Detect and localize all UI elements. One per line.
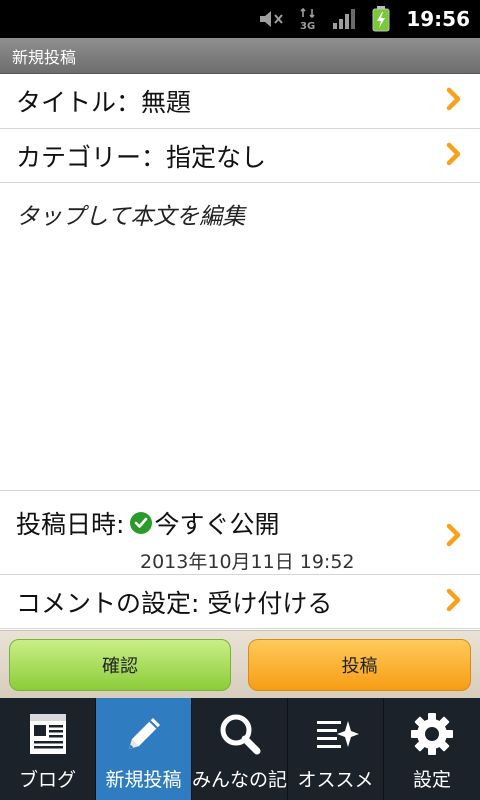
clock: 19:56: [406, 7, 470, 31]
nav-label: 新規投稿: [105, 769, 182, 791]
chevron-right-icon: [446, 523, 462, 551]
nav-label: 設定: [412, 769, 451, 791]
post-date-label-group: 投稿日時: 今すぐ公開: [16, 505, 279, 541]
post-date-value: 2013年10月11日 19:52: [140, 551, 355, 573]
nav-label: みんなの記事: [192, 769, 287, 791]
nav-label: オススメ: [297, 769, 374, 791]
sparkle-list-icon: [313, 708, 359, 760]
3g-icon: 3G: [298, 7, 318, 31]
category-row-label: カテゴリー：指定なし: [16, 142, 267, 172]
chevron-right-icon: [446, 142, 462, 170]
comment-setting-row[interactable]: コメントの設定: 受け付ける: [0, 575, 480, 629]
post-editor: タイトル：無題 カテゴリー：指定なし タップして本文を編集 投稿日時: 今すぐ公…: [0, 74, 480, 630]
nav-item-recommended[interactable]: オススメ: [288, 698, 384, 800]
mute-icon: [258, 8, 284, 30]
category-row[interactable]: カテゴリー：指定なし: [0, 129, 480, 183]
action-bar: 確認 投稿: [0, 630, 480, 698]
page-title-bar: 新規投稿: [0, 38, 480, 74]
title-row-label: タイトル：無題: [16, 88, 192, 117]
post-date-status: 今すぐ公開: [154, 510, 280, 539]
confirm-button[interactable]: 確認: [9, 639, 231, 691]
svg-text:3G: 3G: [300, 21, 315, 31]
chevron-right-icon: [446, 87, 462, 115]
chevron-right-icon: [446, 588, 462, 616]
body-placeholder: タップして本文を編集: [16, 204, 246, 230]
post-date-label: 投稿日時:: [16, 510, 125, 539]
status-bar: 3G 19:56: [0, 0, 480, 38]
nav-item-settings[interactable]: 設定: [384, 698, 480, 800]
bottom-nav: ブログ 新規投稿 みんなの記事 オススメ: [0, 698, 480, 800]
post-button[interactable]: 投稿: [248, 639, 471, 691]
post-date-row[interactable]: 投稿日時: 今すぐ公開 2013年10月11日 19:52: [0, 491, 480, 575]
blog-icon: [28, 708, 68, 760]
page-title: 新規投稿: [12, 47, 77, 67]
pencil-icon: [121, 708, 167, 760]
nav-item-everyone[interactable]: みんなの記事: [192, 698, 288, 800]
body-editor[interactable]: タップして本文を編集: [0, 183, 480, 491]
nav-label: ブログ: [18, 769, 76, 791]
signal-icon: [332, 8, 358, 30]
gear-icon: [409, 708, 455, 760]
comment-setting-label: コメントの設定: 受け付ける: [16, 588, 333, 618]
checkmark-icon: [130, 512, 153, 534]
title-row[interactable]: タイトル：無題: [0, 74, 480, 129]
nav-item-blog[interactable]: ブログ: [0, 698, 96, 800]
battery-charging-icon: [372, 6, 390, 32]
search-icon: [217, 708, 263, 760]
nav-item-new-post[interactable]: 新規投稿: [96, 698, 192, 800]
